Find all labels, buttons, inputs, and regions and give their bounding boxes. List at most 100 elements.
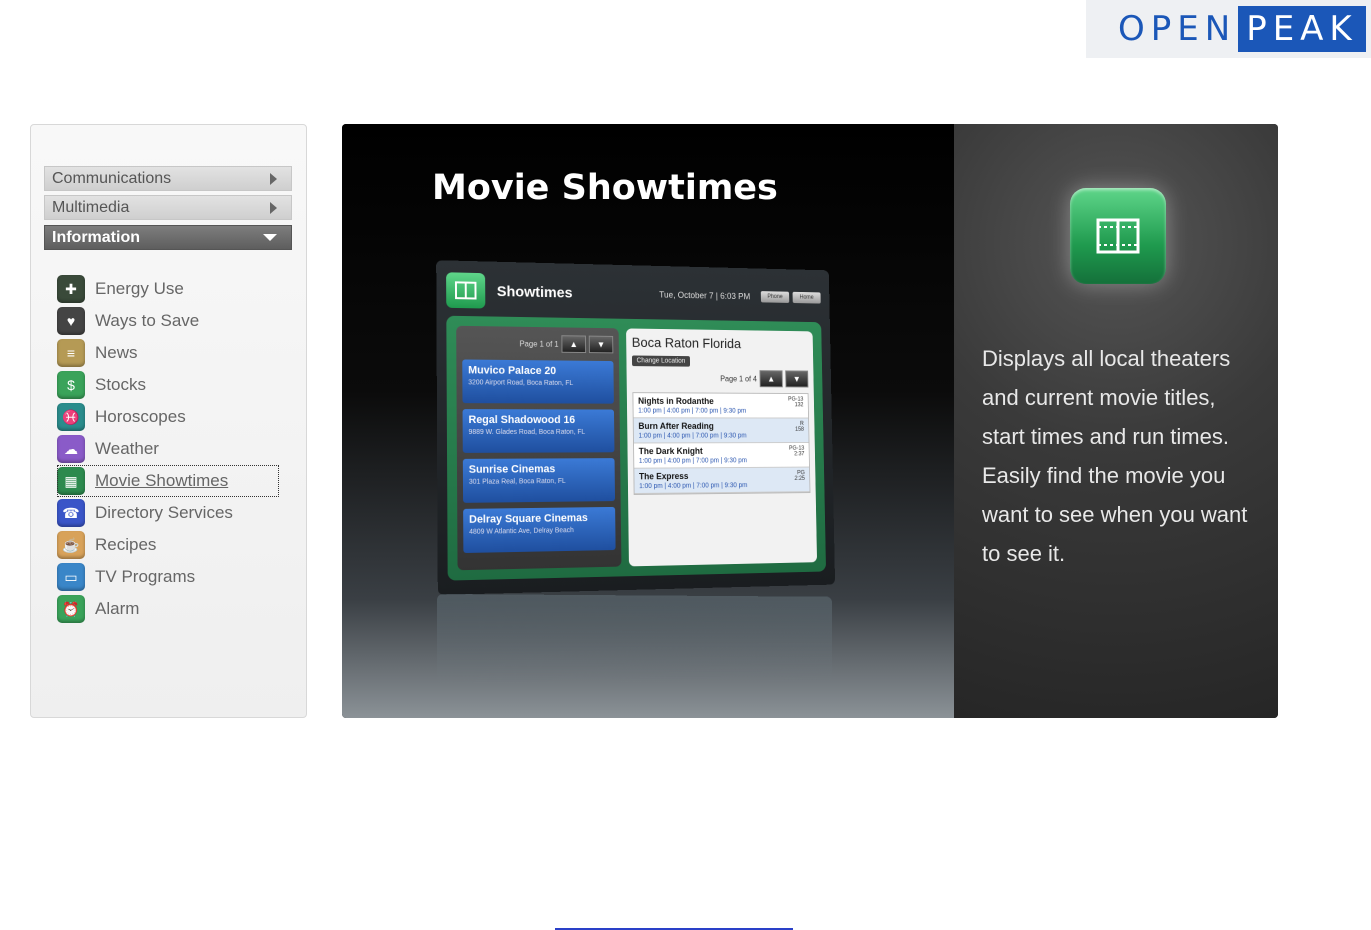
sidebar-item-label: News [95,343,138,362]
banner-info-pane: Displays all local theaters and current … [954,124,1278,718]
device-home-button: Home [792,291,821,304]
energy-icon: ✚ [57,275,85,303]
movie-name: Nights in Rodanthe [638,396,714,406]
movie-column: Boca Raton Florida Change Location Page … [626,328,818,567]
sidebar-item-ways-to-save[interactable]: ♥ Ways to Save [57,305,279,337]
category-label: Information [52,228,140,246]
theater-name: Muvico Palace 20 [468,364,557,378]
arrow-up-icon: ▲ [561,335,587,354]
chevron-down-icon [263,234,277,241]
movie-runtime: 158 [795,426,804,433]
theater-list: Muvico Palace 20 3200 Airport Road, Boca … [462,359,616,554]
sidebar-item-label: Directory Services [95,503,233,522]
movie-name: The Express [638,471,689,482]
theater-item: Delray Square Cinemas 4809 W Atlantic Ave… [463,506,616,554]
sidebar-item-label: Energy Use [95,279,184,298]
theater-name: Delray Square Cinemas [469,512,588,526]
chevron-right-icon [270,201,277,214]
chevron-right-icon [270,172,277,185]
sidebar-item-label: Alarm [95,599,140,618]
movie-showtimes-app-icon [1070,188,1166,284]
film-icon: ▦ [57,467,85,495]
sidebar-item-alarm[interactable]: ⏰ Alarm [57,593,279,625]
category-multimedia[interactable]: Multimedia [44,195,292,220]
banner-title: Movie Showtimes [432,168,778,208]
movie-item: Nights in Rodanthe 1:00 pm | 4:00 pm | 7:… [633,393,809,419]
movie-item: The Express 1:00 pm | 4:00 pm | 7:00 pm |… [634,467,810,494]
device-app-title: Showtimes [496,282,573,301]
category-label: Multimedia [52,198,130,216]
sidebar-item-weather[interactable]: ☁ Weather [57,433,279,465]
theater-item: Sunrise Cinemas 301 Plaza Real, Boca Rato… [462,458,616,503]
movie-times: 1:00 pm | 4:00 pm | 7:00 pm | 9:30 pm [639,482,748,491]
movie-pager: Page 1 of 4 ▲ ▼ [632,367,809,389]
tv-icon: ▭ [57,563,85,591]
movie-times: 1:00 pm | 4:00 pm | 7:00 pm | 9:30 pm [638,407,747,415]
openpeak-logo[interactable]: OPEN PEAK [1086,0,1371,58]
directory-icon: ☎ [57,499,85,527]
theater-name: Regal Shadowood 16 [468,414,576,427]
sidebar-item-tv-programs[interactable]: ▭ TV Programs [57,561,279,593]
sidebar-item-news[interactable]: ≡ News [57,337,279,369]
film-icon [446,272,486,309]
device-time: 6:03 PM [720,291,751,302]
sidebar-item-label: Weather [95,439,159,458]
theater-pager: Page 1 of 1 ▲ ▼ [462,332,614,355]
feature-banner: Movie Showtimes Showtimes Tue, October 7… [342,124,1278,718]
sidebar-item-label: Ways to Save [95,311,200,330]
weather-icon: ☁ [57,435,85,463]
device-panel: Page 1 of 1 ▲ ▼ Muvico Palace 20 3200 Air… [446,315,827,581]
category-information[interactable]: Information [44,225,292,250]
device-reflection [437,594,832,684]
save-icon: ♥ [57,307,85,335]
page: OPEN PEAK Communications Multimedia Info… [0,0,1371,930]
sidebar-item-label: Horoscopes [95,407,186,426]
theater-pager-label: Page 1 of 1 [519,339,559,349]
logo-text-open: OPEN [1118,9,1237,49]
sidebar-item-label: Stocks [95,375,147,394]
theater-item: Muvico Palace 20 3200 Airport Road, Boca … [462,359,614,404]
device-frame: Showtimes Tue, October 7 | 6:03 PM Phone… [436,260,836,595]
sidebar: Communications Multimedia Information ✚ E… [30,124,307,718]
movie-item: The Dark Knight 1:00 pm | 4:00 pm | 7:00 … [633,442,810,469]
movie-runtime: 132 [794,402,804,409]
device-phone-button: Phone [760,291,790,303]
movie-name: Burn After Reading [638,421,714,431]
location-label: Boca Raton Florida [631,334,742,352]
stocks-icon: $ [57,371,85,399]
arrow-up-icon: ▲ [759,370,783,388]
film-icon [1096,218,1140,254]
sidebar-item-directory-services[interactable]: ☎ Directory Services [57,497,279,529]
movie-runtime: 2:25 [794,476,805,482]
sidebar-item-recipes[interactable]: ☕ Recipes [57,529,279,561]
theater-address: 4809 W Atlantic Ave, Delray Beach [469,527,574,536]
theater-column: Page 1 of 1 ▲ ▼ Muvico Palace 20 3200 Air… [456,325,622,571]
device-date: Tue, October 7 [659,289,714,301]
change-location-button: Change Location [631,355,690,367]
arrow-down-icon: ▼ [785,370,809,388]
device-datetime: Tue, October 7 | 6:03 PM [659,289,751,302]
alarm-icon: ⏰ [57,595,85,623]
sidebar-item-stocks[interactable]: $ Stocks [57,369,279,401]
movie-name: The Dark Knight [638,446,703,457]
sidebar-item-label: Movie Showtimes [95,471,229,490]
sidebar-item-label: TV Programs [95,567,196,586]
theater-address: 9889 W. Glades Road, Boca Raton, FL [468,428,586,436]
movie-times: 1:00 pm | 4:00 pm | 7:00 pm | 9:30 pm [638,432,747,440]
horoscope-icon: ♓ [57,403,85,431]
theater-name: Sunrise Cinemas [468,463,556,476]
arrow-down-icon: ▼ [588,335,614,354]
sidebar-item-horoscopes[interactable]: ♓ Horoscopes [57,401,279,433]
sidebar-item-movie-showtimes[interactable]: ▦ Movie Showtimes [57,465,279,497]
information-item-list: ✚ Energy Use ♥ Ways to Save ≡ News $ Stocks ♓ Hor… [57,273,279,625]
category-communications[interactable]: Communications [44,166,292,191]
device-screenshot: Showtimes Tue, October 7 | 6:03 PM Phone… [436,260,836,595]
sidebar-item-energy-use[interactable]: ✚ Energy Use [57,273,279,305]
movie-pager-label: Page 1 of 4 [720,374,758,383]
banner-preview-pane: Movie Showtimes Showtimes Tue, October 7… [342,124,954,718]
theater-item: Regal Shadowood 16 9889 W. Glades Road, B… [462,409,615,453]
movie-times: 1:00 pm | 4:00 pm | 7:00 pm | 9:30 pm [638,457,748,465]
banner-description: Displays all local theaters and current … [982,346,1248,566]
device-topbar: Showtimes Tue, October 7 | 6:03 PM Phone… [446,270,821,316]
sidebar-item-label: Recipes [95,535,157,554]
